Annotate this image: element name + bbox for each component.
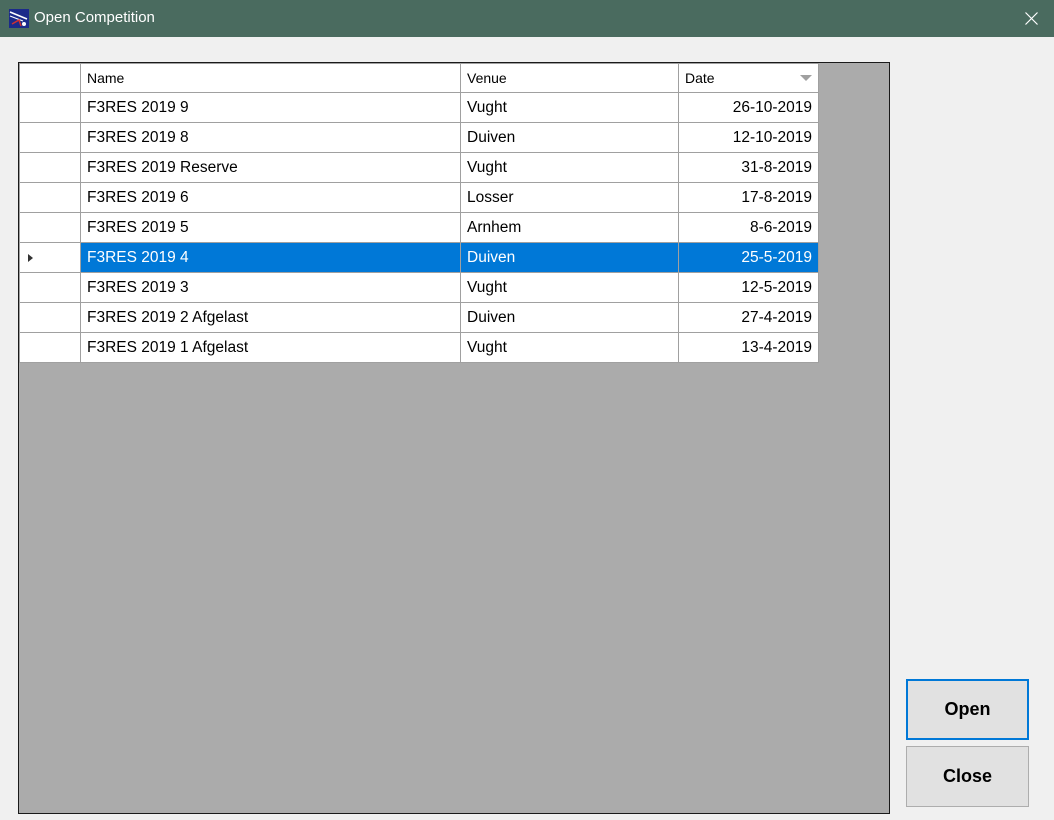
row-header[interactable] — [19, 302, 81, 333]
cell-name[interactable]: F3RES 2019 3 — [80, 272, 461, 303]
app-logo-icon — [9, 9, 29, 28]
row-header[interactable] — [19, 122, 81, 153]
cell-name[interactable]: F3RES 2019 2 Afgelast — [80, 302, 461, 333]
cell-venue[interactable]: Vught — [460, 272, 679, 303]
cell-venue[interactable]: Vught — [460, 92, 679, 123]
column-header-date-label: Date — [685, 70, 715, 86]
competition-table: Name Venue Date F3RES 2019 9 Vught 26-10-2… — [19, 63, 819, 363]
close-button[interactable]: Close — [906, 746, 1029, 807]
header-row: Name Venue Date — [19, 63, 819, 93]
cell-date[interactable]: 12-10-2019 — [678, 122, 819, 153]
column-header-name[interactable]: Name — [80, 63, 461, 93]
row-header-corner — [19, 63, 81, 93]
table-row[interactable]: F3RES 2019 5 Arnhem 8-6-2019 — [19, 212, 819, 243]
table-row[interactable]: F3RES 2019 3 Vught 12-5-2019 — [19, 272, 819, 303]
table-row[interactable]: F3RES 2019 2 Afgelast Duiven 27-4-2019 — [19, 302, 819, 333]
table-row[interactable]: F3RES 2019 6 Losser 17-8-2019 — [19, 182, 819, 213]
row-header[interactable] — [19, 92, 81, 123]
title-bar: Open Competition — [0, 0, 1054, 37]
cell-venue[interactable]: Arnhem — [460, 212, 679, 243]
open-competition-window: Open Competition Name Venue Date F3RES 2… — [0, 0, 1054, 820]
cell-date[interactable]: 13-4-2019 — [678, 332, 819, 363]
cell-venue[interactable]: Vught — [460, 152, 679, 183]
close-icon — [1025, 12, 1038, 25]
cell-venue[interactable]: Losser — [460, 182, 679, 213]
cell-date[interactable]: 12-5-2019 — [678, 272, 819, 303]
row-header[interactable] — [19, 332, 81, 363]
cell-name[interactable]: F3RES 2019 1 Afgelast — [80, 332, 461, 363]
table-row[interactable]: F3RES 2019 4 Duiven 25-5-2019 — [19, 242, 819, 273]
cell-venue[interactable]: Duiven — [460, 302, 679, 333]
row-header[interactable] — [19, 182, 81, 213]
cell-name[interactable]: F3RES 2019 6 — [80, 182, 461, 213]
open-button[interactable]: Open — [906, 679, 1029, 740]
window-close-button[interactable] — [1008, 0, 1054, 37]
cell-name[interactable]: F3RES 2019 5 — [80, 212, 461, 243]
cell-date[interactable]: 25-5-2019 — [678, 242, 819, 273]
cell-date[interactable]: 17-8-2019 — [678, 182, 819, 213]
cell-venue[interactable]: Vught — [460, 332, 679, 363]
cell-name[interactable]: F3RES 2019 8 — [80, 122, 461, 153]
column-header-date[interactable]: Date — [678, 63, 819, 93]
cell-date[interactable]: 27-4-2019 — [678, 302, 819, 333]
row-header[interactable] — [19, 152, 81, 183]
window-title: Open Competition — [34, 9, 155, 26]
table-row[interactable]: F3RES 2019 9 Vught 26-10-2019 — [19, 92, 819, 123]
cell-name[interactable]: F3RES 2019 9 — [80, 92, 461, 123]
cell-date[interactable]: 8-6-2019 — [678, 212, 819, 243]
sort-descending-icon — [800, 75, 812, 81]
table-row[interactable]: F3RES 2019 1 Afgelast Vught 13-4-2019 — [19, 332, 819, 363]
column-header-venue[interactable]: Venue — [460, 63, 679, 93]
cell-name[interactable]: F3RES 2019 4 — [80, 242, 461, 273]
row-header[interactable] — [19, 272, 81, 303]
cell-venue[interactable]: Duiven — [460, 242, 679, 273]
row-header[interactable] — [19, 242, 81, 273]
competition-grid[interactable]: Name Venue Date F3RES 2019 9 Vught 26-10-2… — [18, 62, 890, 814]
table-row[interactable]: F3RES 2019 Reserve Vught 31-8-2019 — [19, 152, 819, 183]
cell-date[interactable]: 26-10-2019 — [678, 92, 819, 123]
cell-date[interactable]: 31-8-2019 — [678, 152, 819, 183]
cell-venue[interactable]: Duiven — [460, 122, 679, 153]
table-row[interactable]: F3RES 2019 8 Duiven 12-10-2019 — [19, 122, 819, 153]
current-row-arrow-icon — [28, 253, 33, 262]
row-header[interactable] — [19, 212, 81, 243]
cell-name[interactable]: F3RES 2019 Reserve — [80, 152, 461, 183]
